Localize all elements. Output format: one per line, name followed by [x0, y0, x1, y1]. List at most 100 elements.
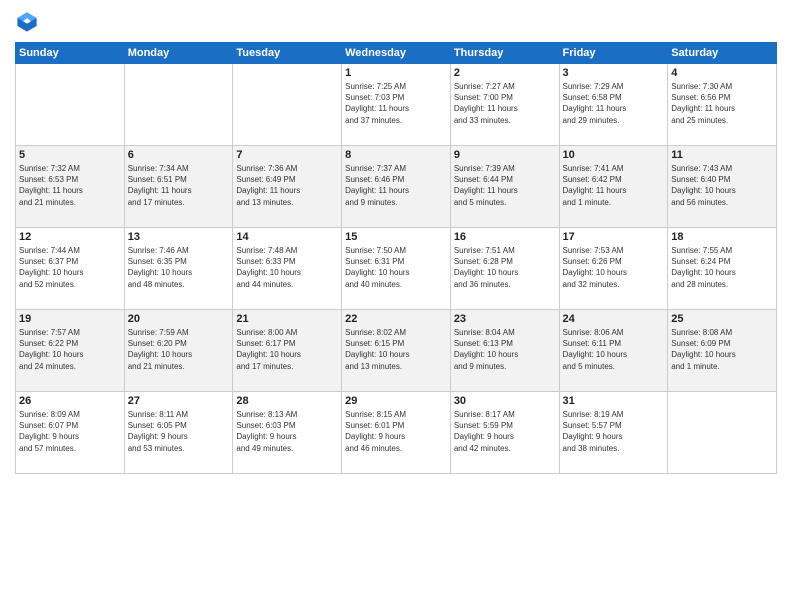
day-cell: 20Sunrise: 7:59 AM Sunset: 6:20 PM Dayli…: [124, 310, 233, 392]
calendar-table: SundayMondayTuesdayWednesdayThursdayFrid…: [15, 42, 777, 474]
day-info: Sunrise: 8:00 AM Sunset: 6:17 PM Dayligh…: [236, 327, 338, 372]
day-number: 3: [563, 67, 665, 79]
day-cell: 15 Sunrise: 7:50 AM Sunset: 6:31 PM Dayli…: [342, 228, 451, 310]
day-info: Sunrise: 7:48 AM Sunset: 6:33 PM Dayligh…: [236, 245, 338, 290]
col-header-thursday: Thursday: [450, 43, 559, 64]
day-info: Sunrise: 7:37 AM Sunset: 6:46 PM Dayligh…: [345, 163, 447, 208]
day-cell: 25 Sunrise: 8:08 AM Sunset: 6:09 PM Dayli…: [668, 310, 777, 392]
day-cell: 6 Sunrise: 7:34 AM Sunset: 6:51 PM Daylig…: [124, 146, 233, 228]
day-cell: 27 Sunrise: 8:11 AM Sunset: 6:05 PM Dayli…: [124, 392, 233, 474]
day-number: 22: [345, 313, 447, 325]
day-cell: 16 Sunrise: 7:51 AM Sunset: 6:28 PM Dayli…: [450, 228, 559, 310]
day-number: 11: [671, 149, 773, 161]
col-header-wednesday: Wednesday: [342, 43, 451, 64]
day-cell: [16, 64, 125, 146]
day-number: 7: [236, 149, 338, 161]
logo: [15, 10, 43, 34]
day-number: 26: [19, 395, 121, 407]
day-number: 23: [454, 313, 556, 325]
day-info: Sunrise: 7:44 AM Sunset: 6:37 PM Dayligh…: [19, 245, 121, 290]
day-cell: 24 Sunrise: 8:06 AM Sunset: 6:11 PM Dayli…: [559, 310, 668, 392]
day-info: Sunrise: 7:59 AM Sunset: 6:20 PM Dayligh…: [128, 327, 230, 372]
week-row-3: 12 Sunrise: 7:44 AM Sunset: 6:37 PM Dayli…: [16, 228, 777, 310]
week-row-2: 5Sunrise: 7:32 AM Sunset: 6:53 PM Daylig…: [16, 146, 777, 228]
day-cell: 4 Sunrise: 7:30 AM Sunset: 6:56 PM Daylig…: [668, 64, 777, 146]
day-number: 6: [128, 149, 230, 161]
day-number: 29: [345, 395, 447, 407]
day-cell: 31 Sunrise: 8:19 AM Sunset: 5:57 PM Dayli…: [559, 392, 668, 474]
day-cell: 17Sunrise: 7:53 AM Sunset: 6:26 PM Dayli…: [559, 228, 668, 310]
day-info: Sunrise: 8:06 AM Sunset: 6:11 PM Dayligh…: [563, 327, 665, 372]
day-info: Sunrise: 7:53 AM Sunset: 6:26 PM Dayligh…: [563, 245, 665, 290]
day-cell: 14 Sunrise: 7:48 AM Sunset: 6:33 PM Dayli…: [233, 228, 342, 310]
day-info: Sunrise: 8:15 AM Sunset: 6:01 PM Dayligh…: [345, 409, 447, 454]
day-cell: 13Sunrise: 7:46 AM Sunset: 6:35 PM Dayli…: [124, 228, 233, 310]
day-number: 28: [236, 395, 338, 407]
day-cell: 7Sunrise: 7:36 AM Sunset: 6:49 PM Daylig…: [233, 146, 342, 228]
day-cell: 18 Sunrise: 7:55 AM Sunset: 6:24 PM Dayli…: [668, 228, 777, 310]
day-number: 19: [19, 313, 121, 325]
day-info: Sunrise: 8:13 AM Sunset: 6:03 PM Dayligh…: [236, 409, 338, 454]
day-info: Sunrise: 8:19 AM Sunset: 5:57 PM Dayligh…: [563, 409, 665, 454]
day-info: Sunrise: 7:50 AM Sunset: 6:31 PM Dayligh…: [345, 245, 447, 290]
day-info: Sunrise: 7:32 AM Sunset: 6:53 PM Dayligh…: [19, 163, 121, 208]
day-number: 12: [19, 231, 121, 243]
day-cell: 5Sunrise: 7:32 AM Sunset: 6:53 PM Daylig…: [16, 146, 125, 228]
day-info: Sunrise: 7:27 AM Sunset: 7:00 PM Dayligh…: [454, 81, 556, 126]
day-number: 30: [454, 395, 556, 407]
day-number: 25: [671, 313, 773, 325]
col-header-tuesday: Tuesday: [233, 43, 342, 64]
day-cell: 21 Sunrise: 8:00 AM Sunset: 6:17 PM Dayli…: [233, 310, 342, 392]
day-number: 15: [345, 231, 447, 243]
day-info: Sunrise: 8:02 AM Sunset: 6:15 PM Dayligh…: [345, 327, 447, 372]
day-cell: 30 Sunrise: 8:17 AM Sunset: 5:59 PM Dayli…: [450, 392, 559, 474]
day-info: Sunrise: 7:51 AM Sunset: 6:28 PM Dayligh…: [454, 245, 556, 290]
day-cell: 1 Sunrise: 7:25 AM Sunset: 7:03 PM Daylig…: [342, 64, 451, 146]
day-info: Sunrise: 8:08 AM Sunset: 6:09 PM Dayligh…: [671, 327, 773, 372]
day-cell: 12 Sunrise: 7:44 AM Sunset: 6:37 PM Dayli…: [16, 228, 125, 310]
day-info: Sunrise: 7:55 AM Sunset: 6:24 PM Dayligh…: [671, 245, 773, 290]
day-number: 18: [671, 231, 773, 243]
day-info: Sunrise: 8:17 AM Sunset: 5:59 PM Dayligh…: [454, 409, 556, 454]
day-cell: 28 Sunrise: 8:13 AM Sunset: 6:03 PM Dayli…: [233, 392, 342, 474]
day-number: 2: [454, 67, 556, 79]
day-cell: 8Sunrise: 7:37 AM Sunset: 6:46 PM Daylig…: [342, 146, 451, 228]
week-row-5: 26Sunrise: 8:09 AM Sunset: 6:07 PM Dayli…: [16, 392, 777, 474]
day-number: 27: [128, 395, 230, 407]
day-cell: 2 Sunrise: 7:27 AM Sunset: 7:00 PM Daylig…: [450, 64, 559, 146]
week-row-1: 1 Sunrise: 7:25 AM Sunset: 7:03 PM Daylig…: [16, 64, 777, 146]
day-cell: 10 Sunrise: 7:41 AM Sunset: 6:42 PM Dayli…: [559, 146, 668, 228]
day-cell: 9Sunrise: 7:39 AM Sunset: 6:44 PM Daylig…: [450, 146, 559, 228]
logo-icon: [15, 10, 39, 34]
day-number: 4: [671, 67, 773, 79]
day-cell: 19 Sunrise: 7:57 AM Sunset: 6:22 PM Dayli…: [16, 310, 125, 392]
day-cell: 23Sunrise: 8:04 AM Sunset: 6:13 PM Dayli…: [450, 310, 559, 392]
day-number: 21: [236, 313, 338, 325]
col-header-friday: Friday: [559, 43, 668, 64]
day-number: 14: [236, 231, 338, 243]
day-number: 10: [563, 149, 665, 161]
day-info: Sunrise: 7:34 AM Sunset: 6:51 PM Dayligh…: [128, 163, 230, 208]
day-cell: [124, 64, 233, 146]
header: [15, 10, 777, 34]
day-cell: [233, 64, 342, 146]
day-number: 16: [454, 231, 556, 243]
day-cell: 22 Sunrise: 8:02 AM Sunset: 6:15 PM Dayli…: [342, 310, 451, 392]
day-cell: [668, 392, 777, 474]
day-number: 1: [345, 67, 447, 79]
day-cell: 3Sunrise: 7:29 AM Sunset: 6:58 PM Daylig…: [559, 64, 668, 146]
col-header-sunday: Sunday: [16, 43, 125, 64]
day-number: 31: [563, 395, 665, 407]
day-info: Sunrise: 7:39 AM Sunset: 6:44 PM Dayligh…: [454, 163, 556, 208]
day-number: 24: [563, 313, 665, 325]
day-info: Sunrise: 8:11 AM Sunset: 6:05 PM Dayligh…: [128, 409, 230, 454]
day-info: Sunrise: 7:30 AM Sunset: 6:56 PM Dayligh…: [671, 81, 773, 126]
header-row: SundayMondayTuesdayWednesdayThursdayFrid…: [16, 43, 777, 64]
day-info: Sunrise: 7:43 AM Sunset: 6:40 PM Dayligh…: [671, 163, 773, 208]
day-info: Sunrise: 7:25 AM Sunset: 7:03 PM Dayligh…: [345, 81, 447, 126]
day-info: Sunrise: 7:46 AM Sunset: 6:35 PM Dayligh…: [128, 245, 230, 290]
col-header-monday: Monday: [124, 43, 233, 64]
day-cell: 29 Sunrise: 8:15 AM Sunset: 6:01 PM Dayli…: [342, 392, 451, 474]
day-info: Sunrise: 7:41 AM Sunset: 6:42 PM Dayligh…: [563, 163, 665, 208]
day-info: Sunrise: 7:57 AM Sunset: 6:22 PM Dayligh…: [19, 327, 121, 372]
